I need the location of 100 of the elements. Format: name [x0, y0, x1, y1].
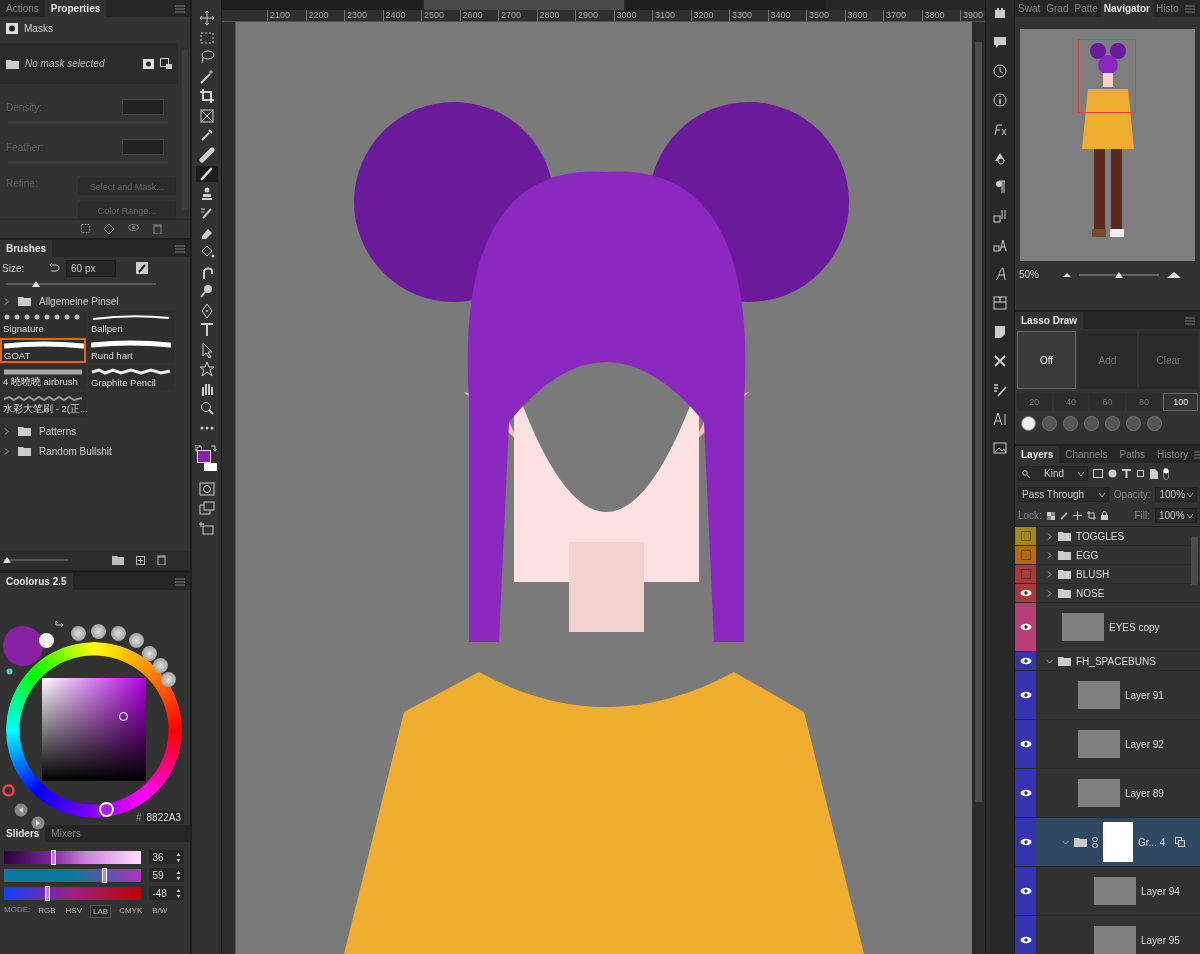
eye-icon[interactable] — [1019, 623, 1032, 631]
tool-button[interactable] — [195, 166, 218, 182]
layer-color-label[interactable] — [1015, 565, 1036, 583]
chevron-icon[interactable] — [3, 297, 10, 305]
lock-artboard-icon[interactable] — [1086, 511, 1096, 520]
layer-color-label[interactable] — [1015, 671, 1036, 719]
zoom-level[interactable]: 50% — [1019, 269, 1055, 280]
layer-color-label[interactable] — [1015, 546, 1036, 564]
panel-tab[interactable]: Grad — [1043, 0, 1072, 17]
lock-brush-icon[interactable] — [1059, 511, 1068, 520]
layer-row[interactable]: EYES copy — [1015, 603, 1200, 652]
mode-tab[interactable]: CMYK — [117, 905, 145, 918]
mode-button[interactable]: Off — [1017, 331, 1076, 389]
scrollbar-thumb[interactable] — [975, 42, 982, 802]
layer-row[interactable]: FH_SPACEBUNS — [1015, 652, 1200, 671]
preset-swatch[interactable] — [71, 626, 86, 641]
swap-icon[interactable] — [55, 620, 64, 629]
folder-name[interactable]: Random Bullshit — [39, 445, 112, 457]
fill-field[interactable]: 100% — [1155, 508, 1197, 523]
new-folder-icon[interactable] — [112, 555, 124, 565]
chevron-icon[interactable] — [3, 447, 10, 455]
layer-row[interactable]: Layer 95 — [1015, 916, 1200, 954]
history-icon[interactable] — [992, 63, 1008, 79]
trash-icon[interactable] — [153, 224, 162, 234]
value-spinner[interactable]: -48 — [149, 886, 184, 900]
eye-icon[interactable] — [1019, 887, 1032, 895]
chevron-icon[interactable] — [1046, 657, 1053, 665]
layer-color-label[interactable] — [1015, 916, 1036, 954]
panel-tab[interactable]: Properties — [44, 0, 107, 17]
visibility-toggle[interactable] — [1020, 550, 1031, 560]
chevron-icon[interactable] — [1046, 570, 1053, 578]
eye-icon[interactable] — [1019, 657, 1032, 665]
layer-color-label[interactable] — [1015, 527, 1036, 545]
layer-row[interactable]: Layer 91 — [1015, 671, 1200, 720]
type-filter-icon[interactable] — [1122, 469, 1131, 478]
apply-mask-icon[interactable] — [104, 224, 114, 234]
mode-tab[interactable]: B/W — [150, 905, 170, 918]
smart-object-filter-icon[interactable] — [1150, 468, 1158, 479]
brush-preset[interactable]: Rund hart — [88, 338, 174, 363]
eye-icon[interactable] — [1019, 589, 1032, 597]
info-icon[interactable] — [992, 92, 1008, 108]
lock-icon[interactable] — [1100, 511, 1108, 520]
zoom-in-icon[interactable] — [1167, 271, 1181, 278]
libraries-icon[interactable] — [992, 295, 1008, 311]
value-spinner[interactable]: 36 — [149, 850, 184, 864]
visibility-toggle[interactable] — [1020, 569, 1031, 579]
layer-row[interactable]: NOSE — [1015, 584, 1200, 603]
pixel-mask-icon[interactable] — [143, 58, 154, 69]
layer-color-label[interactable] — [1015, 769, 1036, 817]
panel-tab[interactable]: Swat — [1015, 0, 1044, 17]
vector-mask-icon[interactable] — [160, 58, 172, 70]
lock-pixels-icon[interactable] — [1046, 511, 1055, 520]
adjustment-filter-icon[interactable] — [1108, 469, 1117, 478]
plugin-icon[interactable] — [992, 5, 1008, 21]
brush-preset[interactable]: GOAT — [0, 338, 86, 363]
panel-tab[interactable]: History — [1151, 446, 1195, 463]
color-slider[interactable] — [4, 850, 142, 864]
preset-swatch[interactable] — [142, 646, 157, 661]
character-icon[interactable] — [992, 411, 1008, 427]
filter-toggle-icon[interactable] — [1163, 467, 1169, 480]
chevron-icon[interactable] — [1046, 551, 1053, 559]
previous-icon[interactable] — [14, 803, 28, 817]
slider-thumb[interactable] — [1115, 271, 1123, 278]
layer-row[interactable]: Gr... 4 — [1015, 818, 1200, 867]
panel-tab[interactable]: Actions — [0, 0, 45, 17]
saturation-square[interactable] — [42, 678, 146, 781]
preset-swatch[interactable] — [111, 626, 126, 641]
shape-filter-icon[interactable] — [1136, 469, 1145, 478]
chevron-icon[interactable] — [3, 427, 10, 435]
panel-tab[interactable]: Sliders — [0, 825, 46, 842]
filter-dropdown[interactable]: Kind — [1018, 466, 1088, 481]
effects-icon[interactable] — [992, 121, 1008, 137]
eye-icon[interactable] — [1019, 691, 1032, 699]
layer-color-label[interactable] — [1015, 867, 1036, 915]
color-ring-icon[interactable] — [2, 784, 15, 797]
zoom-out-icon[interactable] — [1063, 272, 1071, 277]
mode-tab[interactable]: HSV — [63, 905, 85, 918]
color-slider[interactable] — [4, 868, 142, 882]
panel-tab[interactable]: Navigator — [1100, 0, 1153, 17]
layer-color-label[interactable] — [1015, 652, 1036, 670]
panel-tab[interactable]: Histo — [1152, 0, 1182, 17]
notes-icon[interactable] — [992, 324, 1008, 340]
lock-move-icon[interactable] — [1072, 511, 1082, 520]
mode-tab[interactable]: LAB — [90, 905, 112, 918]
preset-swatch[interactable] — [91, 624, 106, 639]
layer-row[interactable]: Layer 92 — [1015, 720, 1200, 769]
eye-icon[interactable] — [1019, 838, 1032, 846]
selection-icon[interactable] — [81, 224, 90, 233]
preset-swatch[interactable] — [153, 658, 168, 673]
next-icon[interactable] — [31, 816, 45, 830]
eye-icon[interactable] — [1019, 740, 1032, 748]
eye-icon[interactable] — [1019, 936, 1032, 944]
opacity-field[interactable]: 100% — [1155, 487, 1197, 502]
layer-color-label[interactable] — [1015, 603, 1036, 651]
chevron-icon[interactable] — [1046, 589, 1053, 597]
character-styles-icon[interactable] — [992, 237, 1008, 253]
preset-swatch[interactable] — [161, 672, 176, 687]
reset-icon[interactable] — [49, 263, 60, 273]
visibility-toggle[interactable] — [1020, 531, 1031, 541]
background-color-swatch[interactable] — [203, 463, 217, 471]
